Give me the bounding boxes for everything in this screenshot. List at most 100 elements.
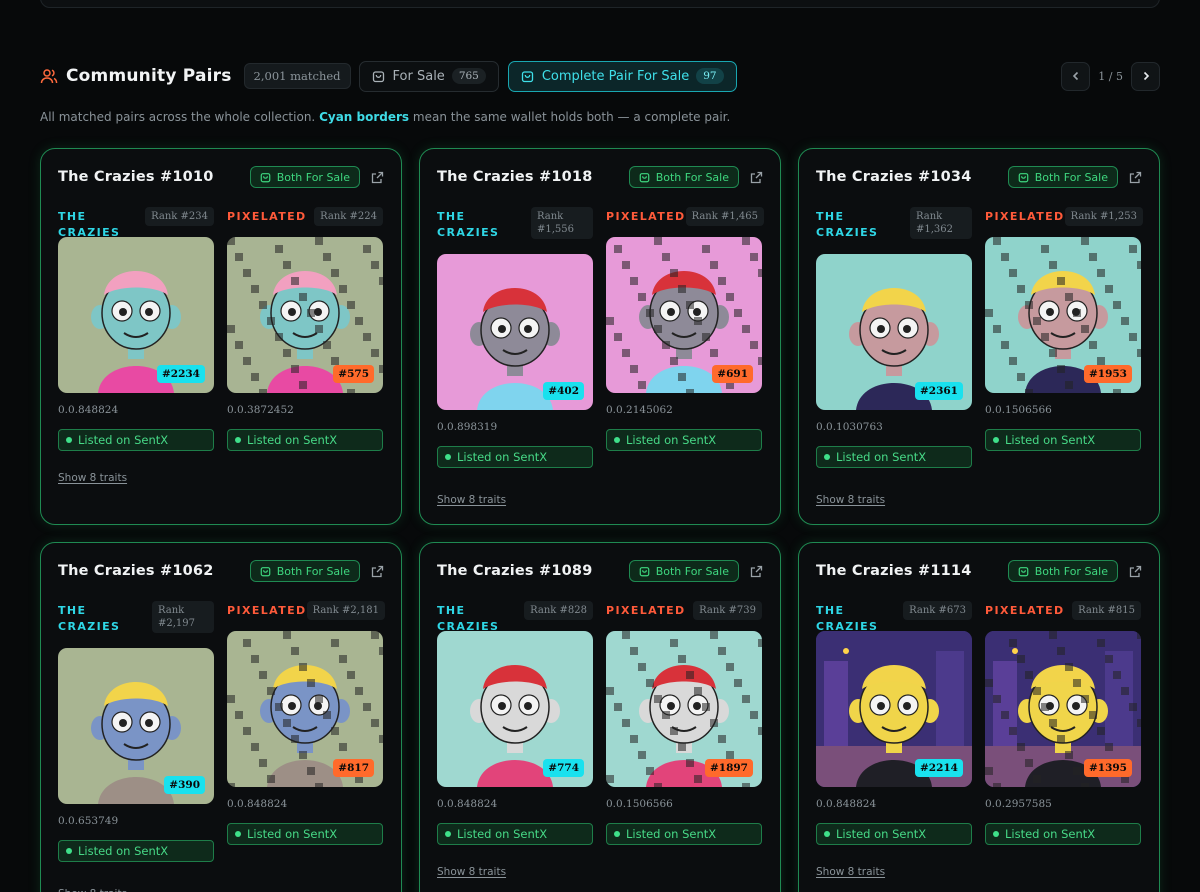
listed-label: Listed on SentX bbox=[78, 433, 169, 447]
token-id-badge: #1395 bbox=[1083, 759, 1132, 777]
status-dot bbox=[993, 437, 999, 443]
nft-image[interactable]: #774 bbox=[437, 631, 593, 787]
listed-status-badge[interactable]: Listed on SentX bbox=[227, 429, 383, 451]
nft-image[interactable]: #691 bbox=[606, 237, 762, 393]
badge-label: Both For Sale bbox=[1034, 564, 1108, 578]
card-header: The Crazies #1062 Both For Sale bbox=[58, 559, 384, 583]
external-link-icon[interactable] bbox=[371, 171, 384, 184]
card-title: The Crazies #1010 bbox=[58, 169, 214, 185]
card-title: The Crazies #1114 bbox=[816, 563, 972, 579]
price-text: 0.0.1506566 bbox=[606, 798, 673, 810]
side-header: PIXELATED Rank #815 bbox=[985, 601, 1141, 631]
nft-image[interactable]: #1897 bbox=[606, 631, 762, 787]
nft-image[interactable]: #2214 bbox=[816, 631, 972, 787]
listed-label: Listed on SentX bbox=[836, 450, 927, 464]
price-text: 0.0.848824 bbox=[227, 798, 288, 810]
side-header: PIXELATED Rank #1,465 bbox=[606, 207, 764, 237]
listed-status-badge[interactable]: Listed on SentX bbox=[606, 823, 762, 845]
show-traits-link[interactable]: Show 8 traits bbox=[58, 472, 127, 484]
nft-image[interactable]: #575 bbox=[227, 237, 383, 393]
pagination: 1 / 5 bbox=[1061, 61, 1160, 91]
token-id-badge: #2361 bbox=[914, 382, 963, 400]
shopping-bag-icon bbox=[639, 566, 650, 577]
token-id-badge: #1953 bbox=[1083, 365, 1132, 383]
listed-status-badge[interactable]: Listed on SentX bbox=[816, 823, 972, 845]
pair-card[interactable]: The Crazies #1034 Both For Sale THE CRAZIE… bbox=[798, 148, 1160, 525]
pair-card[interactable]: The Crazies #1018 Both For Sale THE CRAZIE… bbox=[419, 148, 781, 525]
collection-name: THE CRAZIES bbox=[58, 604, 121, 633]
pair-card[interactable]: The Crazies #1010 Both For Sale THE CRAZIE… bbox=[40, 148, 402, 525]
listed-label: Listed on SentX bbox=[247, 827, 338, 841]
nft-image[interactable]: #1953 bbox=[985, 237, 1141, 393]
filter-complete-pair-button[interactable]: Complete Pair For Sale 97 bbox=[507, 60, 737, 92]
show-traits-link[interactable]: Show 8 traits bbox=[437, 494, 506, 506]
pair-card[interactable]: The Crazies #1114 Both For Sale THE CRAZIE… bbox=[798, 542, 1160, 892]
nft-image[interactable]: #817 bbox=[227, 631, 383, 787]
price-text: 0.0.848824 bbox=[816, 798, 877, 810]
external-link-icon[interactable] bbox=[750, 171, 763, 184]
crazies-side: THE CRAZIES Rank #234 #2234 0.0.848824 Liste… bbox=[58, 207, 214, 451]
nft-image[interactable]: #402 bbox=[437, 254, 593, 410]
token-id-badge: #774 bbox=[543, 759, 584, 777]
side-header: THE CRAZIES Rank #2,197 bbox=[58, 601, 214, 648]
prev-page-button[interactable] bbox=[1061, 61, 1091, 91]
status-dot bbox=[66, 848, 72, 854]
crazies-side: THE CRAZIES Rank #1,362 #2361 0.0.1030763 Li… bbox=[816, 207, 972, 468]
rank-badge: Rank #828 bbox=[524, 601, 593, 620]
section-description: All matched pairs across the whole colle… bbox=[40, 110, 730, 124]
listed-status-badge[interactable]: Listed on SentX bbox=[816, 446, 972, 468]
pixelated-side: PIXELATED Rank #2,181 #817 0.0.848824 Listed… bbox=[227, 601, 385, 845]
shopping-bag-icon bbox=[1018, 172, 1029, 183]
rank-badge: Rank #673 bbox=[903, 601, 972, 620]
token-id-badge: #817 bbox=[333, 759, 374, 777]
pair-card[interactable]: The Crazies #1089 Both For Sale THE CRAZIE… bbox=[419, 542, 781, 892]
section-title: Community Pairs bbox=[66, 66, 232, 86]
listed-status-badge[interactable]: Listed on SentX bbox=[58, 429, 214, 451]
next-page-button[interactable] bbox=[1131, 61, 1160, 91]
nft-image[interactable]: #390 bbox=[58, 648, 214, 804]
listed-status-badge[interactable]: Listed on SentX bbox=[606, 429, 762, 451]
nft-image[interactable]: #2234 bbox=[58, 237, 214, 393]
nft-image[interactable]: #2361 bbox=[816, 254, 972, 410]
filter-label: Complete Pair For Sale bbox=[541, 68, 690, 84]
external-link-icon[interactable] bbox=[1129, 565, 1142, 578]
side-header: PIXELATED Rank #1,253 bbox=[985, 207, 1143, 237]
show-traits-link[interactable]: Show 8 traits bbox=[816, 494, 885, 506]
token-id-badge: #2234 bbox=[156, 365, 205, 383]
rank-badge: Rank #815 bbox=[1072, 601, 1141, 620]
collection-name: PIXELATED bbox=[227, 210, 307, 223]
external-link-icon[interactable] bbox=[1129, 171, 1142, 184]
shopping-bag-icon bbox=[260, 172, 271, 183]
filter-count: 97 bbox=[696, 68, 724, 84]
rank-badge: Rank #2,181 bbox=[306, 601, 385, 620]
nft-image[interactable]: #1395 bbox=[985, 631, 1141, 787]
listed-status-badge[interactable]: Listed on SentX bbox=[437, 446, 593, 468]
filter-count: 765 bbox=[451, 68, 486, 84]
listed-status-badge[interactable]: Listed on SentX bbox=[227, 823, 383, 845]
show-traits-link[interactable]: Show 8 traits bbox=[58, 888, 127, 892]
pair-card[interactable]: The Crazies #1062 Both For Sale THE CRAZIE… bbox=[40, 542, 402, 892]
collection-name: PIXELATED bbox=[985, 604, 1065, 617]
collection-name: PIXELATED bbox=[606, 604, 686, 617]
badge-label: Both For Sale bbox=[276, 564, 350, 578]
listed-status-badge[interactable]: Listed on SentX bbox=[58, 840, 214, 862]
side-header: THE CRAZIES Rank #1,362 bbox=[816, 207, 972, 254]
filter-for-sale-button[interactable]: For Sale 765 bbox=[358, 60, 499, 92]
price-text: 0.0.1030763 bbox=[816, 421, 883, 433]
side-header: THE CRAZIES Rank #1,556 bbox=[437, 207, 593, 254]
listed-label: Listed on SentX bbox=[247, 433, 338, 447]
badge-label: Both For Sale bbox=[655, 170, 729, 184]
listed-status-badge[interactable]: Listed on SentX bbox=[985, 429, 1141, 451]
external-link-icon[interactable] bbox=[750, 565, 763, 578]
price-text: 0.0.848824 bbox=[58, 404, 119, 416]
description-text: mean the same wallet holds both — a comp… bbox=[412, 110, 731, 124]
external-link-icon[interactable] bbox=[371, 565, 384, 578]
listed-status-badge[interactable]: Listed on SentX bbox=[985, 823, 1141, 845]
description-text: All matched pairs across the whole colle… bbox=[40, 110, 316, 124]
rank-badge: Rank #224 bbox=[314, 207, 383, 226]
show-traits-link[interactable]: Show 8 traits bbox=[816, 866, 885, 878]
listed-status-badge[interactable]: Listed on SentX bbox=[437, 823, 593, 845]
shopping-bag-icon bbox=[260, 566, 271, 577]
card-header: The Crazies #1010 Both For Sale bbox=[58, 165, 384, 189]
show-traits-link[interactable]: Show 8 traits bbox=[437, 866, 506, 878]
